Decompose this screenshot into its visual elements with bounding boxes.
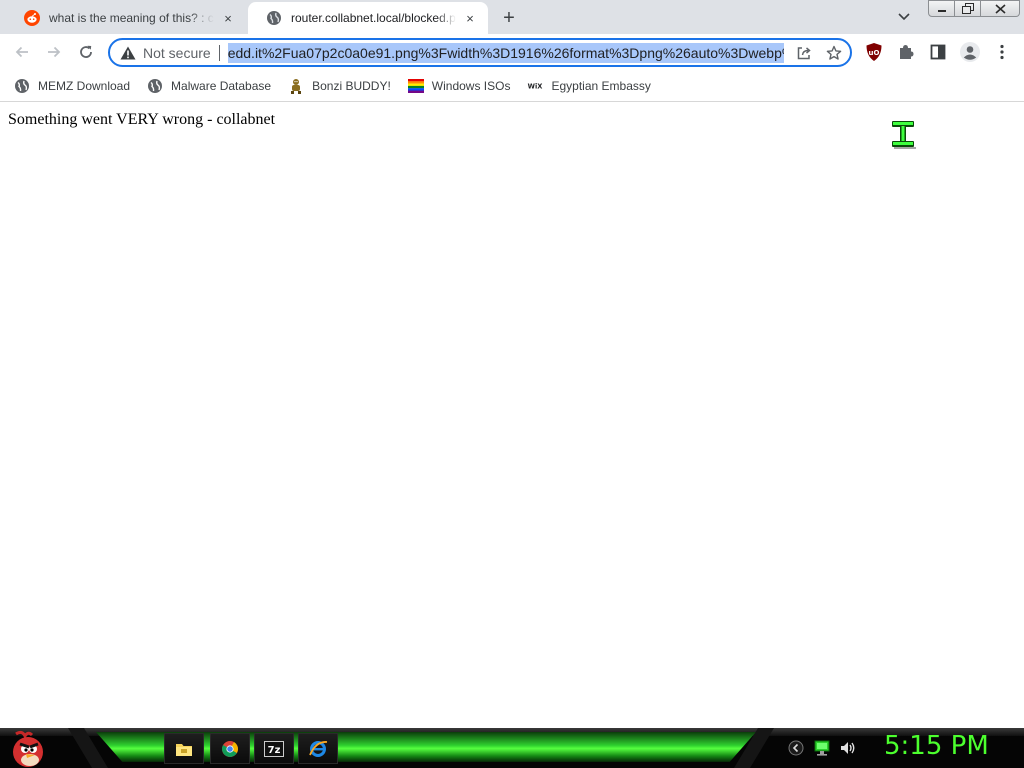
globe-icon [266, 10, 282, 26]
taskbar-explorer-button[interactable] [164, 733, 204, 764]
taskbar-internet-explorer-button[interactable] [298, 733, 338, 764]
taskbar-7zip-button[interactable]: 7z [254, 733, 294, 764]
tab-strip: what is the meaning of this? : collabnet… [0, 0, 1024, 34]
divider [218, 44, 220, 61]
start-button[interactable] [6, 728, 50, 768]
side-panel-icon[interactable] [926, 40, 950, 64]
bonzi-icon [288, 78, 304, 94]
close-tab-icon[interactable]: × [220, 10, 236, 26]
chrome-icon [222, 740, 238, 757]
restore-button[interactable] [955, 0, 982, 17]
7zip-icon: 7z [264, 740, 284, 757]
tab-title: what is the meaning of this? : collabnet [49, 11, 214, 25]
globe-icon [14, 78, 30, 94]
clock[interactable]: 5:15 PM [884, 731, 1020, 761]
angry-bird-icon [13, 730, 43, 767]
rainbow-flag-icon [407, 78, 424, 94]
bookmark-label: Egyptian Embassy [551, 78, 651, 93]
taskbar: 7z 5:15 PM [0, 728, 1024, 768]
tab-title: router.collabnet.local/blocked.php [291, 11, 456, 25]
close-tab-icon[interactable]: × [462, 10, 478, 26]
error-message: Something went VERY wrong - collabnet [8, 111, 276, 128]
page-content: Something went VERY wrong - collabnet [0, 103, 1024, 728]
bookmark-windows-isos[interactable]: Windows ISOs [407, 78, 511, 94]
new-tab-button[interactable]: + [497, 6, 521, 30]
svg-text:7z: 7z [268, 745, 281, 756]
show-hidden-icons-icon[interactable] [786, 738, 806, 758]
svg-text:uO: uO [869, 49, 880, 57]
share-icon[interactable] [793, 42, 815, 64]
reload-button[interactable] [72, 38, 100, 66]
bookmark-bonzi-buddy[interactable]: Bonzi BUDDY! [288, 78, 391, 94]
window-controls [928, 0, 1020, 18]
bookmark-label: Windows ISOs [431, 78, 511, 93]
back-button[interactable] [8, 38, 36, 66]
bookmark-egyptian-embassy[interactable]: WiX Egyptian Embassy [527, 78, 651, 94]
minimize-button[interactable] [928, 0, 956, 17]
bookmark-label: Bonzi BUDDY! [312, 78, 391, 93]
security-label[interactable]: Not secure [143, 45, 211, 61]
chevron-down-icon[interactable] [893, 8, 915, 26]
close-window-button[interactable] [981, 0, 1020, 17]
more-menu-icon[interactable] [990, 40, 1014, 64]
profile-avatar[interactable] [958, 40, 982, 64]
ublock-origin-icon[interactable]: uO [862, 40, 886, 64]
network-icon[interactable] [812, 738, 832, 758]
star-icon[interactable] [823, 42, 845, 64]
bookmark-label: Malware Database [171, 78, 272, 93]
bookmark-malware-database[interactable]: Malware Database [147, 78, 271, 94]
internet-explorer-icon [309, 740, 328, 757]
url-text[interactable]: edd.it%2Fua07p2c0a0e91.png%3Fwidth%3D191… [227, 42, 784, 63]
system-tray [786, 738, 864, 758]
volume-icon[interactable] [838, 738, 858, 758]
tab-router-blocked[interactable]: router.collabnet.local/blocked.php × [248, 2, 488, 34]
address-bar[interactable]: Not secure edd.it%2Fua07p2c0a0e91.png%3F… [108, 38, 852, 67]
svg-text:WiX: WiX [528, 82, 543, 90]
tab-reddit[interactable]: what is the meaning of this? : collabnet… [6, 2, 246, 34]
globe-icon [147, 78, 163, 94]
warning-icon[interactable] [119, 44, 137, 62]
reddit-icon [24, 10, 40, 26]
explorer-icon [176, 743, 192, 756]
bookmark-memz-download[interactable]: MEMZ Download [14, 78, 130, 94]
wix-icon: WiX [527, 78, 543, 94]
taskbar-chrome-button[interactable] [210, 733, 250, 764]
forward-button[interactable] [40, 38, 68, 66]
bookmarks-bar: MEMZ Download Malware Database Bonzi BUD… [0, 70, 1024, 102]
extensions-icon[interactable] [894, 40, 918, 64]
browser-toolbar: Not secure edd.it%2Fua07p2c0a0e91.png%3F… [0, 34, 1024, 70]
text-cursor-icon [888, 117, 918, 151]
bookmark-label: MEMZ Download [38, 78, 131, 93]
